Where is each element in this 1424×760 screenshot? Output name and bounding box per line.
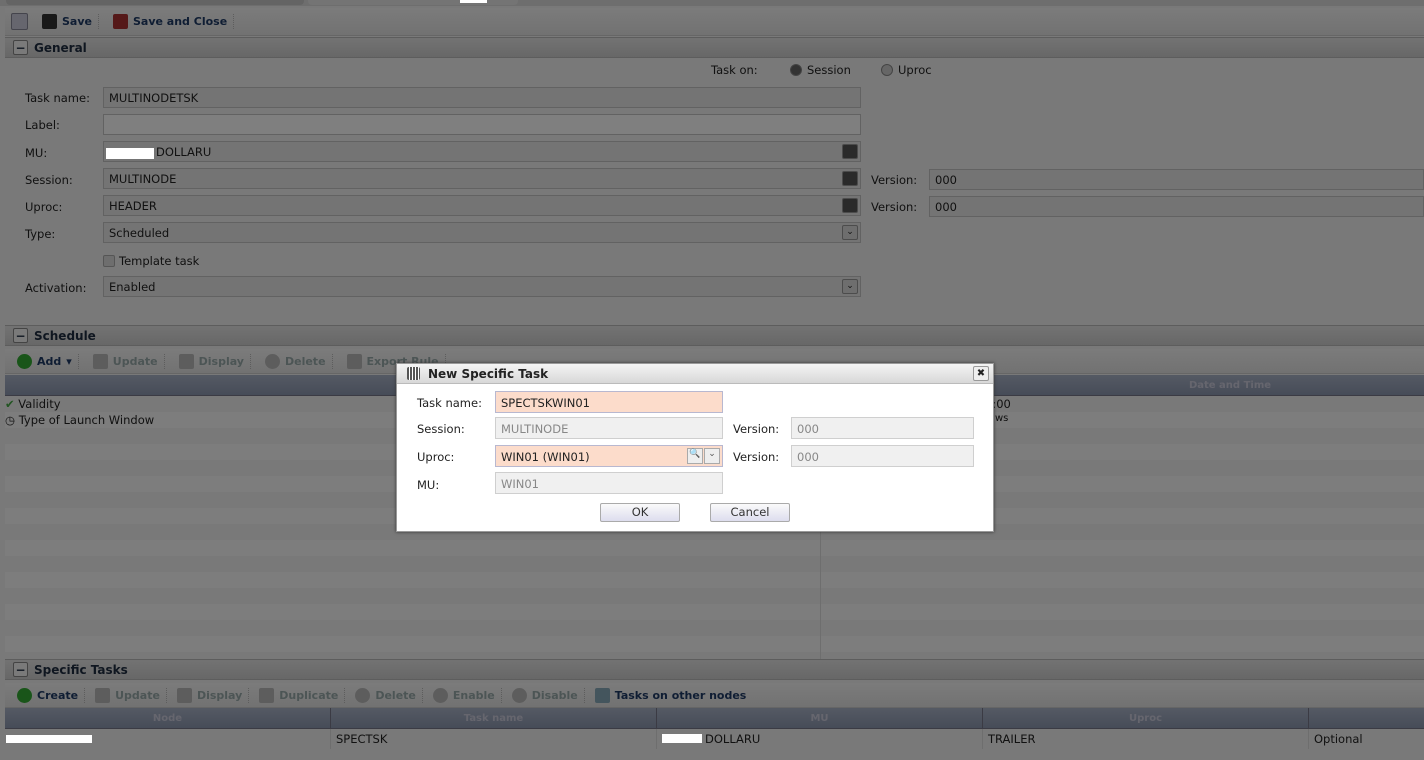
grid-icon	[407, 367, 420, 380]
session-version-field: 000	[791, 417, 974, 439]
search-icon[interactable]: 🔍	[687, 448, 703, 464]
version-label: Version:	[733, 422, 780, 436]
close-icon[interactable]: ✖	[973, 366, 989, 381]
task-name-input[interactable]: SPECTSKWIN01	[495, 391, 723, 413]
dialog-title: New Specific Task	[428, 366, 549, 381]
session-label: Session:	[417, 422, 465, 436]
dialog-title-bar[interactable]: New Specific Task ✖	[397, 364, 993, 384]
mu-field: WIN01	[495, 472, 723, 494]
version-label: Version:	[733, 450, 780, 464]
cancel-button[interactable]: Cancel	[710, 503, 790, 522]
uproc-label: Uproc:	[417, 450, 455, 464]
chevron-down-icon[interactable]: ⌄	[704, 448, 720, 464]
new-specific-task-dialog: New Specific Task ✖ Task name: SPECTSKWI…	[396, 363, 994, 532]
mu-label: MU:	[417, 478, 440, 492]
uproc-combobox[interactable]: WIN01 (WIN01) 🔍 ⌄	[495, 445, 723, 467]
ok-button[interactable]: OK	[600, 503, 680, 522]
uproc-value: WIN01 (WIN01)	[501, 450, 590, 464]
task-name-label: Task name:	[417, 396, 482, 410]
session-field: MULTINODE	[495, 417, 723, 439]
uproc-version-field: 000	[791, 445, 974, 467]
